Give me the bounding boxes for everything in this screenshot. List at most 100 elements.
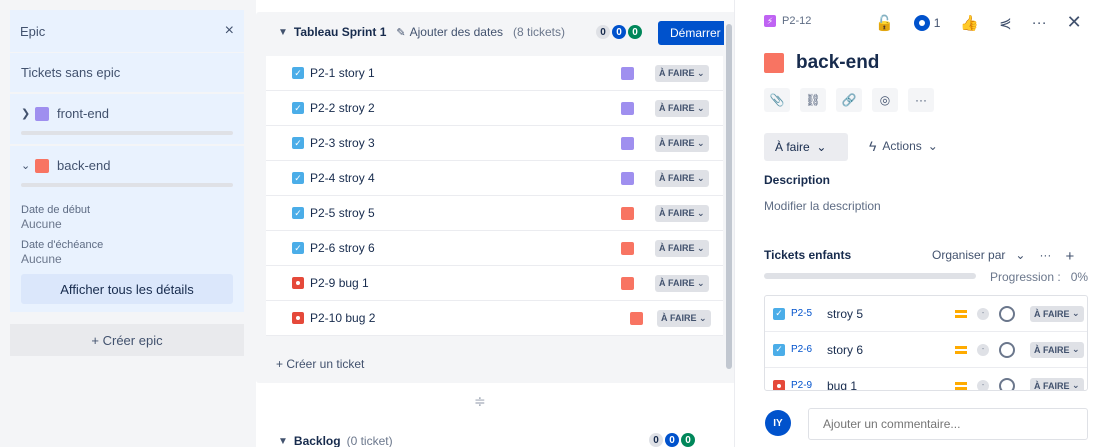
watch-button[interactable]: 1 bbox=[913, 14, 940, 31]
chevron-right-icon[interactable]: ❯ bbox=[21, 107, 35, 120]
share-icon[interactable]: ⋞ bbox=[999, 14, 1012, 32]
ticket-key[interactable]: P2-3 bbox=[310, 136, 335, 150]
done-count-badge: 0 bbox=[628, 25, 642, 39]
estimate-badge: - bbox=[977, 343, 989, 356]
sprint-panel: ▼ Tableau Sprint 1 ✎ Ajouter des dates (… bbox=[256, 0, 734, 447]
epic-color-swatch bbox=[35, 158, 49, 173]
ticket-key[interactable]: P2-1 bbox=[310, 66, 335, 80]
comment-input[interactable] bbox=[808, 408, 1088, 440]
epic-panel: Epic × Tickets sans epic ❯ front-end ⌄ b… bbox=[0, 0, 256, 447]
ticket-row[interactable]: P2-9 bug 1 À FAIRE ⌄ bbox=[266, 266, 723, 301]
assignee-avatar-icon[interactable] bbox=[999, 377, 1015, 390]
detail-title[interactable]: back-end bbox=[796, 52, 879, 74]
status-dropdown[interactable]: À FAIRE ⌄ bbox=[655, 274, 709, 292]
show-all-details-button[interactable]: Afficher tous les détails bbox=[21, 274, 233, 304]
assignee-avatar-icon[interactable] bbox=[999, 305, 1015, 322]
lock-icon[interactable]: 🔓 bbox=[875, 14, 894, 32]
child-ticket-row[interactable]: ✓ P2-5 stroy 5 - À FAIRE ⌄ bbox=[765, 296, 1087, 332]
ticket-key[interactable]: P2-2 bbox=[310, 101, 335, 115]
target-icon[interactable]: ◎ bbox=[872, 88, 898, 112]
status-dropdown[interactable]: À FAIRE ⌄ bbox=[655, 239, 709, 257]
ticket-row[interactable]: ✓ P2-1 story 1 À FAIRE ⌄ bbox=[266, 56, 723, 91]
thumbs-up-icon[interactable]: 👍 bbox=[960, 14, 979, 32]
status-label: À FAIRE bbox=[1034, 380, 1070, 391]
create-epic-button[interactable]: + Créer epic bbox=[10, 324, 244, 356]
status-dropdown[interactable]: À FAIRE ⌄ bbox=[655, 204, 709, 222]
close-icon[interactable]: × bbox=[225, 22, 234, 40]
status-label: À FAIRE bbox=[1034, 344, 1070, 355]
scrollbar[interactable] bbox=[724, 12, 734, 383]
child-issue-icon[interactable]: ⛓ bbox=[800, 88, 826, 112]
child-tickets-list[interactable]: ✓ P2-5 stroy 5 - À FAIRE ⌄ ✓ P2-6 story … bbox=[764, 295, 1088, 391]
detail-key[interactable]: P2-12 bbox=[782, 15, 811, 27]
chevron-down-icon[interactable]: ▼ bbox=[278, 436, 288, 447]
status-dropdown[interactable]: À FAIRE ⌄ bbox=[655, 99, 709, 117]
sprint-ticket-count: (8 tickets) bbox=[513, 25, 566, 39]
create-ticket-button[interactable]: + Créer un ticket bbox=[276, 357, 364, 371]
ticket-row[interactable]: ✓ P2-3 stroy 3 À FAIRE ⌄ bbox=[266, 126, 723, 161]
status-dropdown[interactable]: À FAIRE ⌄ bbox=[655, 134, 709, 152]
assignee-avatar-icon[interactable] bbox=[999, 341, 1015, 358]
epic-color-swatch bbox=[621, 66, 634, 80]
chevron-down-icon: ⌄ bbox=[699, 312, 707, 323]
more-icon[interactable]: ··· bbox=[1032, 14, 1047, 31]
edit-description-link[interactable]: Modifier la description bbox=[764, 199, 881, 213]
epic-progress-bar bbox=[21, 131, 233, 135]
ticket-key[interactable]: P2-6 bbox=[310, 241, 335, 255]
resize-handle-icon[interactable]: ≑ bbox=[474, 393, 486, 410]
child-key[interactable]: P2-9 bbox=[791, 380, 823, 390]
chevron-down-icon: ⌄ bbox=[816, 140, 827, 154]
no-epic-item[interactable]: Tickets sans epic bbox=[10, 52, 244, 92]
status-dropdown[interactable]: À FAIRE ⌄ bbox=[655, 64, 709, 82]
child-key[interactable]: P2-5 bbox=[791, 308, 823, 319]
estimate-badge: - bbox=[977, 307, 989, 320]
more-icon[interactable]: ··· bbox=[1039, 248, 1051, 265]
chevron-down-icon: ⌄ bbox=[697, 102, 705, 113]
add-dates-button[interactable]: ✎ Ajouter des dates bbox=[396, 25, 503, 39]
epic-color-swatch bbox=[764, 53, 784, 73]
actions-dropdown[interactable]: ϟ Actions ⌄ bbox=[869, 138, 938, 154]
start-sprint-button[interactable]: Démarrer bbox=[658, 21, 734, 45]
status-dropdown[interactable]: À faire ⌄ bbox=[764, 133, 848, 161]
status-dropdown[interactable]: À FAIRE ⌄ bbox=[1030, 377, 1084, 391]
scrollbar-thumb[interactable] bbox=[726, 24, 732, 369]
progress-value: 0% bbox=[1070, 270, 1089, 284]
ticket-key[interactable]: P2-5 bbox=[310, 206, 335, 220]
ticket-key[interactable]: P2-4 bbox=[310, 171, 335, 185]
bug-icon bbox=[773, 379, 785, 390]
ticket-row[interactable]: ✓ P2-4 stroy 4 À FAIRE ⌄ bbox=[266, 161, 723, 196]
child-ticket-row[interactable]: ✓ P2-6 story 6 - À FAIRE ⌄ bbox=[765, 332, 1087, 368]
backlog-header[interactable]: ▼ Backlog (0 ticket) bbox=[278, 434, 393, 447]
due-date-value: Aucune bbox=[21, 252, 62, 266]
ticket-row[interactable]: ✓ P2-5 stroy 5 À FAIRE ⌄ bbox=[266, 196, 723, 231]
epic-color-swatch bbox=[621, 276, 634, 290]
ticket-row[interactable]: P2-10 bug 2 À FAIRE ⌄ bbox=[266, 301, 723, 336]
eye-icon bbox=[913, 14, 930, 31]
child-key[interactable]: P2-6 bbox=[791, 344, 823, 355]
pencil-icon: ✎ bbox=[396, 26, 406, 39]
ticket-row[interactable]: ✓ P2-6 stroy 6 À FAIRE ⌄ bbox=[266, 231, 723, 266]
epic-item-front-end[interactable]: ❯ front-end bbox=[10, 92, 244, 144]
status-label: À FAIRE bbox=[659, 68, 695, 78]
add-icon[interactable]: + bbox=[1065, 248, 1074, 265]
attachment-icon[interactable]: 📎 bbox=[764, 88, 790, 112]
ticket-row[interactable]: ✓ P2-2 stroy 2 À FAIRE ⌄ bbox=[266, 91, 723, 126]
epic-color-swatch bbox=[621, 206, 634, 220]
ticket-key[interactable]: P2-10 bbox=[310, 311, 342, 325]
epic-item-back-end[interactable]: ⌄ back-end bbox=[10, 144, 244, 196]
ticket-key[interactable]: P2-9 bbox=[310, 276, 335, 290]
chevron-down-icon[interactable]: ▼ bbox=[278, 27, 288, 38]
link-icon[interactable]: 🔗 bbox=[836, 88, 862, 112]
child-ticket-row[interactable]: P2-9 bug 1 - À FAIRE ⌄ bbox=[765, 368, 1087, 391]
checkbox-task-icon: ✓ bbox=[773, 343, 785, 356]
status-dropdown[interactable]: À FAIRE ⌄ bbox=[655, 169, 709, 187]
status-dropdown[interactable]: À FAIRE ⌄ bbox=[1030, 341, 1084, 358]
status-dropdown[interactable]: À FAIRE ⌄ bbox=[657, 309, 711, 327]
status-dropdown[interactable]: À FAIRE ⌄ bbox=[1030, 305, 1084, 322]
close-icon[interactable]: ✕ bbox=[1067, 12, 1082, 33]
more-icon[interactable]: ··· bbox=[908, 88, 934, 112]
done-count-badge: 0 bbox=[681, 433, 695, 447]
chevron-down-icon: ⌄ bbox=[697, 207, 705, 218]
organise-by-dropdown[interactable]: Organiser par ⌄ bbox=[932, 248, 1025, 265]
chevron-down-icon[interactable]: ⌄ bbox=[21, 159, 35, 172]
